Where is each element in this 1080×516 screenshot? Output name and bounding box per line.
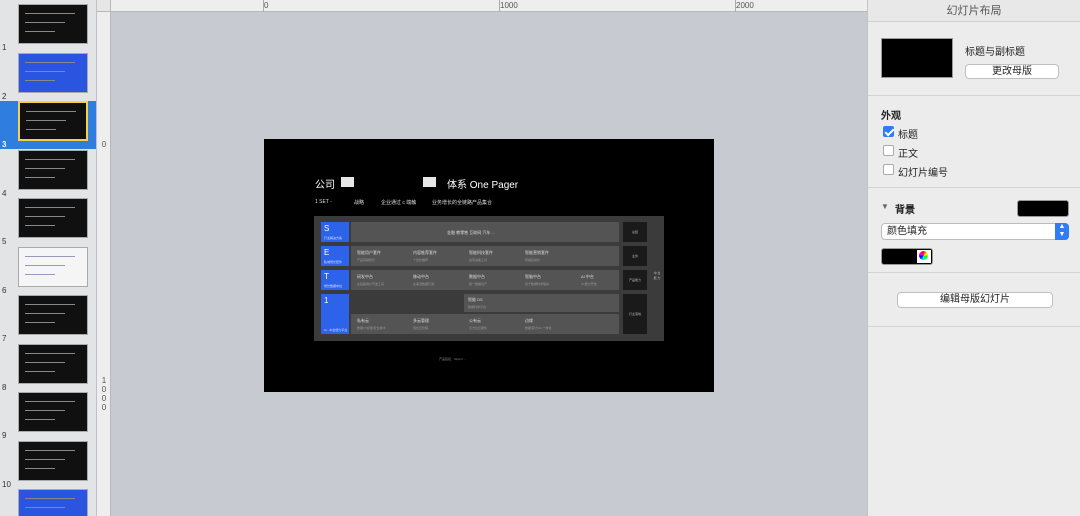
slide-preview: [18, 440, 88, 481]
color-wheel-icon[interactable]: [917, 250, 931, 263]
ruler-label: 1 0 0 0: [101, 376, 107, 412]
slide-thumbnail[interactable]: 2: [0, 52, 96, 101]
title-checkbox-label: 标题: [898, 130, 918, 141]
inspector-panel: 幻灯片布局 标题与副标题 更改母版 外观 标题 正文 幻灯片编号 ▼ 背景 颜色…: [867, 0, 1080, 516]
architecture-diagram: S 行业解决方案 金融 教零售 互联网 汽车 ... 总结 E 私域增长套件 智能用…: [314, 216, 664, 341]
body-checkbox[interactable]: [883, 145, 894, 156]
vertical-ruler: 0 1 0 0 0: [97, 12, 111, 516]
row-label: 1 Ai - 中台能力平台: [321, 294, 349, 334]
slide-thumbnail[interactable]: 5: [0, 198, 96, 246]
slide-preview: [18, 149, 88, 190]
master-name: 标题与副标题: [965, 47, 1025, 58]
disclosure-triangle-icon[interactable]: ▼: [881, 202, 889, 211]
slide-thumbnail[interactable]: 10: [0, 440, 96, 489]
slide-number: 5: [2, 237, 7, 246]
side-box: 业务: [623, 246, 647, 266]
ruler-label: 0: [101, 140, 107, 149]
slide-thumbnail[interactable]: 7: [0, 295, 96, 343]
slide-number: 1: [2, 43, 7, 52]
slide-number-checkbox[interactable]: [883, 164, 894, 175]
slide-preview: [18, 489, 88, 516]
industry-band: 金融 教零售 互联网 汽车 ...: [351, 222, 619, 242]
ruler-label: 0: [264, 1, 269, 10]
nav-text: 1 SET -: [315, 199, 332, 205]
slide-preview: [18, 295, 88, 335]
slide-preview: [18, 4, 88, 44]
slide-canvas[interactable]: 0 1000 2000 0 1 0 0 0 公司 体系 One Pager 1 S…: [97, 0, 867, 516]
horizontal-ruler: 0 1000 2000: [111, 0, 867, 12]
nav-text: 战略: [354, 200, 365, 206]
nav-text: 业务增长的全链路产品集合: [432, 200, 493, 206]
master-thumbnail[interactable]: [881, 38, 953, 78]
change-master-button[interactable]: 更改母版: [965, 64, 1059, 79]
body-checkbox-label: 正文: [898, 149, 918, 160]
slide-preview: [18, 343, 88, 384]
ds-band: 智能 DS 数据科学平台: [464, 294, 619, 312]
ruler-label: 2000: [736, 1, 754, 10]
slide-preview: [18, 392, 88, 432]
fill-type-select[interactable]: 颜色填充 ▲ ▼: [881, 223, 1069, 240]
slide-navigator[interactable]: 1 2 3 4 5 6 7 8 9 10: [0, 0, 97, 516]
slide-thumbnail[interactable]: [0, 489, 96, 516]
current-slide[interactable]: 公司 体系 One Pager 1 SET - 战略 企业通过 c 端触 业务增长…: [264, 139, 714, 392]
slide-thumbnail[interactable]: 4: [0, 149, 96, 198]
row-label: S 行业解决方案: [321, 222, 349, 242]
title-checkbox[interactable]: [883, 126, 894, 137]
slide-preview: [18, 246, 88, 287]
nav-text: 企业通过 c 端触: [381, 200, 417, 206]
slide-thumbnail[interactable]: 6: [0, 246, 96, 295]
slide-number: 10: [2, 479, 11, 489]
slide-thumbnail[interactable]: 3: [0, 101, 96, 149]
side-box: 行业落地: [623, 294, 647, 334]
slide-number: 6: [2, 285, 7, 295]
select-arrows-icon: ▲ ▼: [1055, 223, 1069, 240]
ruler-corner: [97, 0, 111, 12]
slide-number: 7: [2, 334, 7, 343]
appearance-heading: 外观: [881, 111, 901, 122]
inspector-title: 幻灯片布局: [868, 0, 1080, 22]
redaction-block: [423, 177, 436, 187]
slide-preview: [18, 52, 88, 93]
fill-color-well[interactable]: [881, 248, 933, 265]
slide-thumbnail[interactable]: 9: [0, 392, 96, 440]
platform-band: 研发中台 全链路用户开发工具 移动中台 全渠道数据打通 数据中台 统一数据资产 智脑中…: [351, 270, 619, 290]
redaction-block: [341, 177, 354, 187]
suite-band: 智能用户套件 产品营销增长 内容推荐套件 个性化推荐 智能科技套件 运营决策工具 智能…: [351, 246, 619, 266]
slide-number: 2: [2, 91, 7, 101]
ruler-label: 1000: [500, 1, 518, 10]
slide-thumbnail[interactable]: 8: [0, 343, 96, 392]
slide-preview: [18, 101, 88, 141]
side-box: 产品能力: [623, 270, 647, 290]
slide-preview: [18, 198, 88, 238]
slide-number: 4: [2, 188, 7, 198]
row-label: T 增长数据中台: [321, 270, 349, 290]
slide-number: 9: [2, 431, 7, 440]
edit-master-button[interactable]: 编辑母版幻灯片: [897, 292, 1053, 308]
cloud-band: 私有云 数据/大模型/安全技术 多云管理 混合云管理 公有云 全方位云服务 边缘 数据/…: [351, 314, 619, 334]
row-label: E 私域增长套件: [321, 246, 349, 266]
side-box: 总结: [623, 222, 647, 242]
slide-thumbnail[interactable]: 1: [0, 4, 96, 52]
vertical-label: 中 台 能 力: [653, 271, 661, 280]
background-heading: 背景: [895, 205, 915, 216]
background-color-swatch[interactable]: [1017, 200, 1069, 217]
slide-footer: 产品链接：https://...: [439, 357, 466, 361]
slide-number: 8: [2, 382, 7, 392]
slide-number-checkbox-label: 幻灯片编号: [898, 168, 948, 179]
slide-number: 3: [2, 140, 7, 149]
